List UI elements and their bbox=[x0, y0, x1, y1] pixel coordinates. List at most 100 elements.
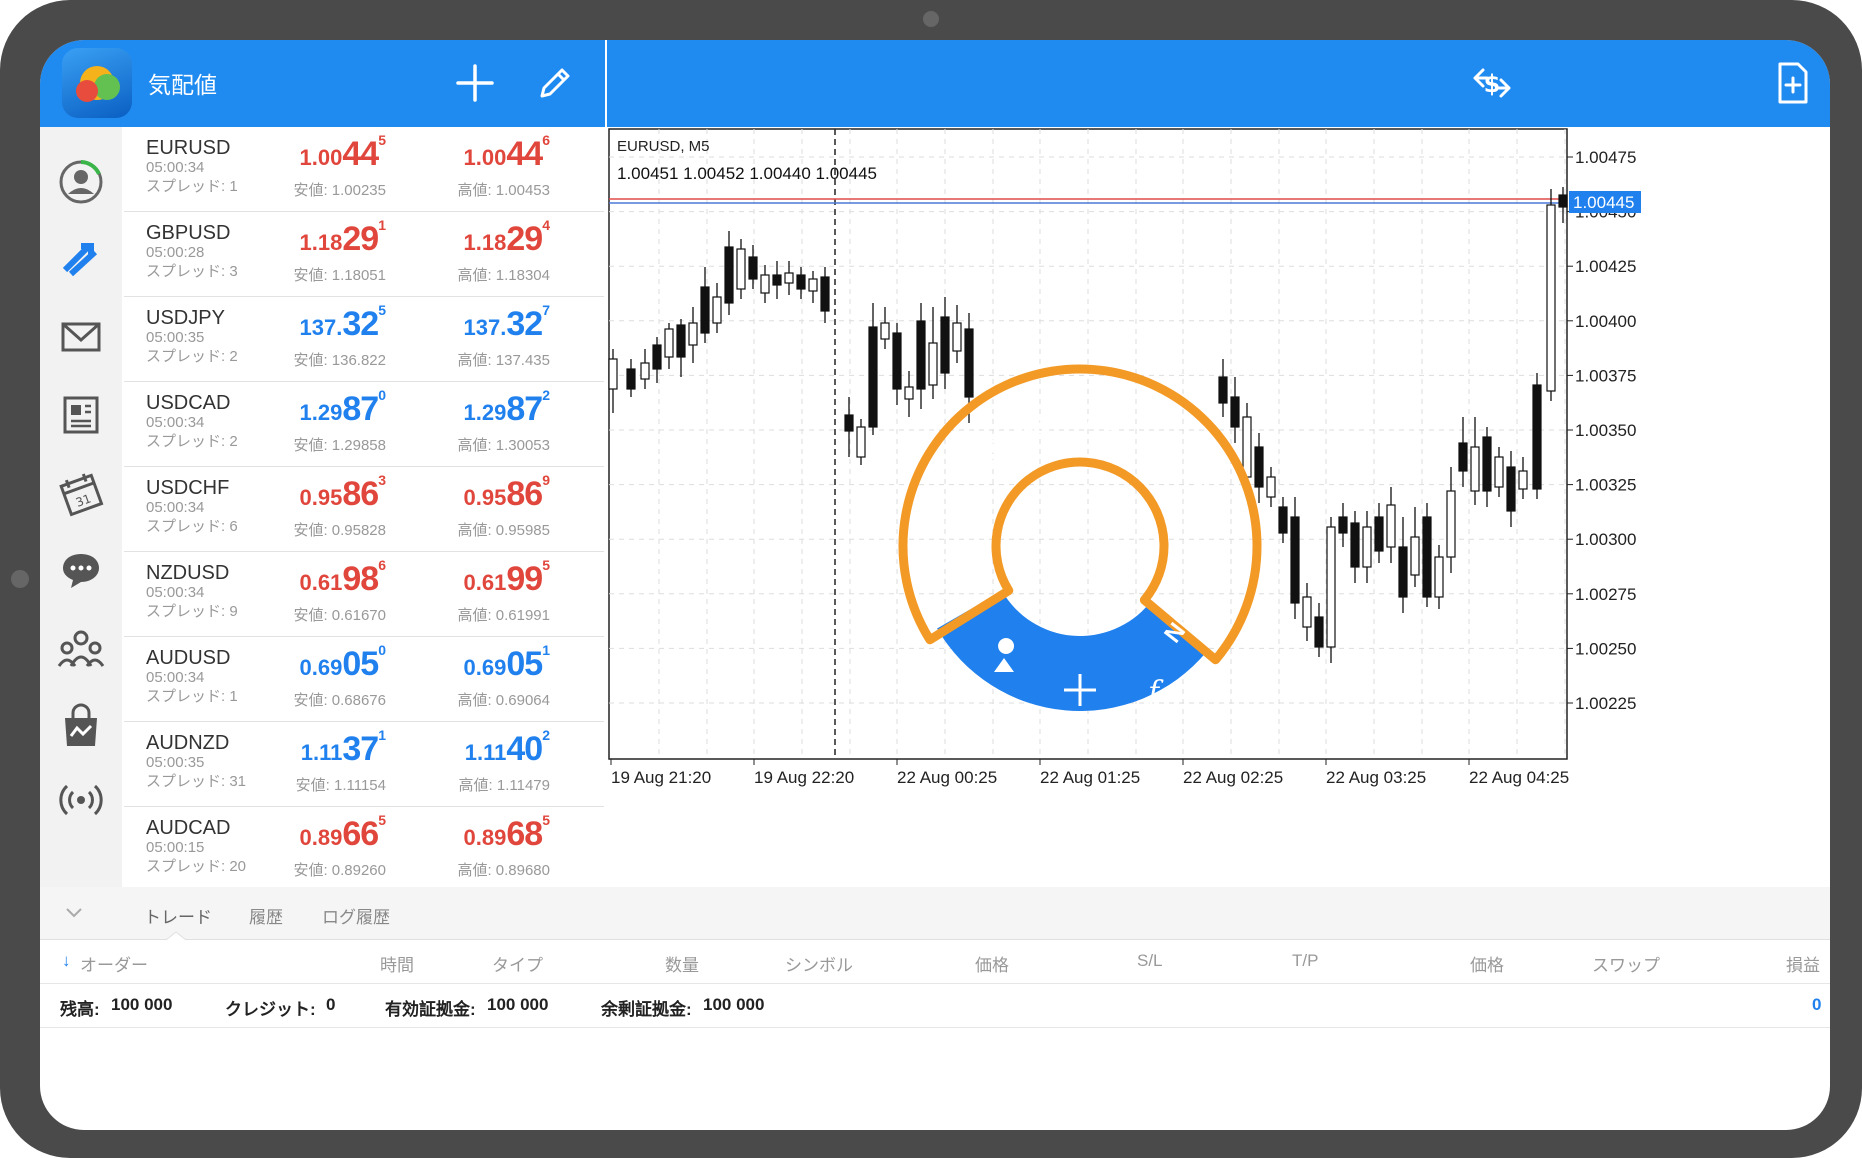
candle bbox=[1266, 476, 1276, 498]
tab-log[interactable]: ログ履歴 bbox=[322, 903, 390, 928]
ask-price[interactable]: 137.327 bbox=[400, 302, 550, 344]
col-type[interactable]: タイプ bbox=[492, 951, 543, 976]
quote-symbol: USDCAD bbox=[146, 392, 231, 414]
ask-price[interactable]: 1.18294 bbox=[400, 217, 550, 259]
col-sl[interactable]: S/L bbox=[1137, 951, 1163, 971]
credit-value: 0 bbox=[326, 995, 336, 1014]
quote-time: 05:00:34 bbox=[146, 499, 205, 516]
bid-price[interactable]: 0.89665 bbox=[236, 812, 386, 854]
ask-price[interactable]: 0.95869 bbox=[400, 472, 550, 514]
low-price: 安値: 0.95828 bbox=[293, 522, 386, 539]
x-tick-label: 19 Aug 21:20 bbox=[611, 768, 711, 787]
ask-price[interactable]: 0.69051 bbox=[400, 642, 550, 684]
nav-trade[interactable] bbox=[48, 225, 114, 291]
edit-pencil-icon[interactable] bbox=[530, 58, 580, 108]
balance-value: 100 000 bbox=[111, 995, 173, 1014]
ask-price[interactable]: 0.61995 bbox=[400, 557, 550, 599]
col-current-price[interactable]: 価格 bbox=[1470, 951, 1504, 976]
nav-community[interactable] bbox=[48, 615, 114, 681]
trade-dollar-icon[interactable]: $ bbox=[1467, 58, 1517, 108]
add-symbol-button[interactable] bbox=[450, 58, 500, 108]
y-tick-label: 1.00325 bbox=[1575, 476, 1636, 495]
balance-label: 残高: bbox=[60, 1000, 100, 1019]
col-order[interactable]: オーダー bbox=[80, 951, 148, 976]
quotes-header: 気配値 bbox=[40, 40, 605, 127]
chart-canvas[interactable]: 1.004751.004501.004251.004001.003751.003… bbox=[607, 127, 1830, 887]
high-price: 高値: 1.11479 bbox=[458, 777, 550, 794]
col-tp[interactable]: T/P bbox=[1292, 951, 1318, 971]
quote-row[interactable]: NZDUSD 05:00:34 スプレッド: 9 0.61986 0.61995 安値: … bbox=[124, 552, 604, 637]
bid-price[interactable]: 137.325 bbox=[236, 302, 386, 344]
quote-time: 05:00:34 bbox=[146, 159, 205, 176]
col-time[interactable]: 時間 bbox=[380, 951, 414, 976]
app-screen: 気配値 $ 31 EURUSD 05:00:34 スプレッド: 1 1.0044… bbox=[40, 40, 1830, 1130]
bid-price[interactable]: 1.00445 bbox=[236, 132, 386, 174]
candle bbox=[1278, 506, 1288, 534]
high-price: 高値: 1.18304 bbox=[457, 267, 550, 284]
nav-mail[interactable] bbox=[48, 303, 114, 369]
candle bbox=[844, 414, 854, 432]
quote-spread: スプレッド: 2 bbox=[146, 433, 238, 450]
ask-price[interactable]: 1.11402 bbox=[400, 727, 550, 769]
low-price: 安値: 0.61670 bbox=[293, 607, 386, 624]
col-price[interactable]: 価格 bbox=[975, 951, 1009, 976]
quote-row[interactable]: USDCAD 05:00:34 スプレッド: 2 1.29870 1.29872 安値: … bbox=[124, 382, 604, 467]
quote-spread: スプレッド: 1 bbox=[146, 688, 238, 705]
total-profit-value: 0 bbox=[1812, 995, 1822, 1014]
candle bbox=[1374, 516, 1384, 552]
nav-account[interactable] bbox=[48, 149, 114, 215]
bid-price[interactable]: 1.29870 bbox=[236, 387, 386, 429]
nav-news[interactable] bbox=[48, 381, 114, 447]
col-volume[interactable]: 数量 bbox=[665, 951, 699, 976]
x-tick-label: 22 Aug 01:25 bbox=[1040, 768, 1140, 787]
svg-text:$: $ bbox=[1484, 70, 1501, 98]
quote-row[interactable]: EURUSD 05:00:34 スプレッド: 1 1.00445 1.00446 安値: … bbox=[124, 127, 604, 212]
bid-price[interactable]: 1.18291 bbox=[236, 217, 386, 259]
new-document-icon[interactable] bbox=[1767, 58, 1817, 108]
candle bbox=[688, 322, 698, 346]
candle bbox=[724, 246, 734, 304]
tab-trade[interactable]: トレード bbox=[144, 903, 212, 928]
quote-row[interactable]: AUDNZD 05:00:35 スプレッド: 31 1.11371 1.11402 安値:… bbox=[124, 722, 604, 807]
bid-price[interactable]: 0.69050 bbox=[236, 642, 386, 684]
candle bbox=[892, 332, 902, 390]
y-tick-label: 1.00375 bbox=[1575, 366, 1636, 385]
timeframe-h1[interactable]: H1 bbox=[1085, 405, 1120, 437]
collapse-chevron-icon[interactable] bbox=[64, 905, 84, 921]
quote-row[interactable]: USDJPY 05:00:35 スプレッド: 2 137.325 137.327 安値: … bbox=[124, 297, 604, 382]
quote-row[interactable]: USDCHF 05:00:34 スプレッド: 6 0.95863 0.95869 安値: … bbox=[124, 467, 604, 552]
bid-price[interactable]: 0.95863 bbox=[236, 472, 386, 514]
quote-row[interactable]: AUDCAD 05:00:15 スプレッド: 20 0.89665 0.89685 安値:… bbox=[124, 807, 604, 892]
quote-spread: スプレッド: 1 bbox=[146, 178, 238, 195]
price-chart[interactable]: 1.004751.004501.004251.004001.003751.003… bbox=[607, 127, 1830, 887]
quotes-list: EURUSD 05:00:34 スプレッド: 1 1.00445 1.00446 安値: … bbox=[124, 127, 604, 892]
col-profit[interactable]: 損益 bbox=[1786, 951, 1820, 976]
equity-value: 100 000 bbox=[487, 995, 549, 1014]
candle bbox=[952, 322, 962, 352]
bid-price[interactable]: 0.61986 bbox=[236, 557, 386, 599]
ask-price[interactable]: 1.29872 bbox=[400, 387, 550, 429]
ask-price[interactable]: 0.89685 bbox=[400, 812, 550, 854]
candle bbox=[1398, 546, 1408, 598]
ask-price[interactable]: 1.00446 bbox=[400, 132, 550, 174]
camera-icon bbox=[923, 11, 939, 27]
quote-row[interactable]: AUDUSD 05:00:34 スプレッド: 1 0.69050 0.69051 安値: … bbox=[124, 637, 604, 722]
col-swap[interactable]: スワップ bbox=[1592, 951, 1660, 976]
bid-price[interactable]: 1.11371 bbox=[236, 727, 386, 769]
app-logo-icon[interactable] bbox=[62, 48, 132, 118]
candle bbox=[1482, 436, 1492, 492]
nav-market[interactable] bbox=[48, 693, 114, 759]
quote-row[interactable]: GBPUSD 05:00:28 スプレッド: 3 1.18291 1.18294 安値: … bbox=[124, 212, 604, 297]
sort-arrow-icon[interactable]: ↓ bbox=[62, 951, 71, 971]
nav-signals[interactable] bbox=[48, 767, 114, 833]
candle bbox=[1230, 396, 1240, 428]
timeframe-w1[interactable]: W1 bbox=[1190, 544, 1222, 583]
tab-history[interactable]: 履歴 bbox=[249, 903, 283, 928]
candle bbox=[1546, 204, 1556, 392]
nav-calendar[interactable]: 31 bbox=[48, 461, 114, 527]
quote-time: 05:00:15 bbox=[146, 839, 205, 856]
current-price-label: 1.00445 bbox=[1573, 193, 1634, 212]
nav-chat[interactable] bbox=[48, 537, 114, 603]
mail-icon bbox=[61, 322, 101, 352]
col-symbol[interactable]: シンボル bbox=[785, 951, 853, 976]
